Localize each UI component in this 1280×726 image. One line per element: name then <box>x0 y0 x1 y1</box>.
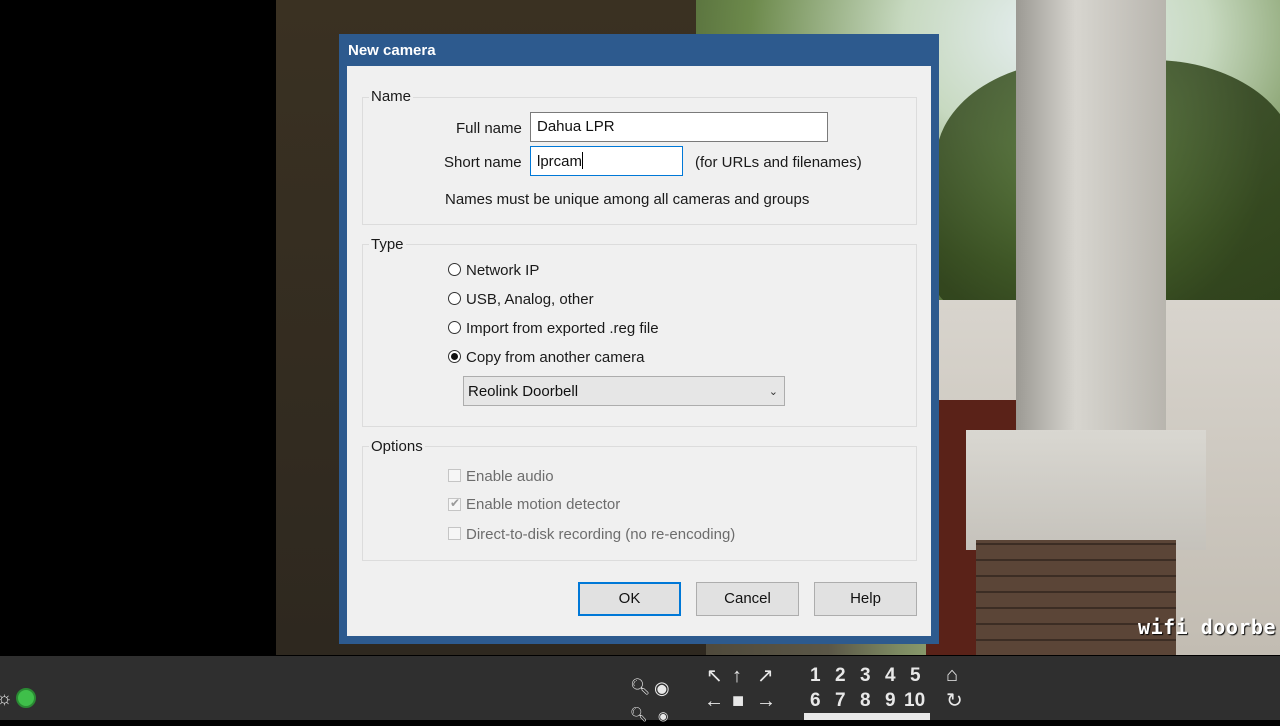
bottom-control-bar: ☼ 🔍︎ ◉ 🔍︎ ◉ ↖ ↑ ↗ ← ■ → 1 2 3 4 5 6 7 8 … <box>0 656 1280 723</box>
refresh-icon[interactable]: ↻ <box>946 691 963 711</box>
full-name-input[interactable]: Dahua LPR <box>530 112 828 142</box>
options-group-title: Options <box>369 438 425 455</box>
arrow-right-icon[interactable]: → <box>756 691 776 711</box>
camera-number-6[interactable]: 6 <box>810 691 821 711</box>
copy-source-value: Reolink Doorbell <box>468 383 579 400</box>
camera-overlay-label: wifi doorbe <box>1138 615 1276 639</box>
feed-pillar-base <box>966 430 1206 550</box>
type-group-title: Type <box>369 236 406 253</box>
settings-gear-icon[interactable]: ☼ <box>0 688 13 709</box>
short-name-input[interactable]: lprcam <box>530 146 683 176</box>
radio-usb-analog-label[interactable]: USB, Analog, other <box>466 291 594 308</box>
dialog-body: Name Full name Dahua LPR Short name lprc… <box>347 66 931 636</box>
short-name-value: lprcam <box>537 153 583 170</box>
radio-network-ip[interactable] <box>448 263 461 276</box>
radio-import-reg-label[interactable]: Import from exported .reg file <box>466 320 659 337</box>
radio-import-reg[interactable] <box>448 321 461 334</box>
copy-source-dropdown[interactable]: Reolink Doorbell ⌄ <box>463 376 785 406</box>
arrow-up-right-icon[interactable]: ↗ <box>757 666 774 686</box>
eye-small-icon[interactable]: ◉ <box>658 706 668 726</box>
camera-number-1[interactable]: 1 <box>810 666 821 686</box>
arrow-up-icon[interactable]: ↑ <box>732 666 742 686</box>
radio-copy-camera-label[interactable]: Copy from another camera <box>466 349 644 366</box>
radio-copy-camera[interactable] <box>448 350 461 363</box>
camera-number-10[interactable]: 10 <box>904 691 925 711</box>
chevron-down-icon: ⌄ <box>768 386 778 398</box>
arrow-left-icon[interactable]: ← <box>704 691 724 711</box>
radio-usb-analog[interactable] <box>448 292 461 305</box>
options-group <box>362 446 917 561</box>
camera-number-2[interactable]: 2 <box>835 666 846 686</box>
name-group-title: Name <box>369 88 414 105</box>
enable-motion-checkbox[interactable]: ✔ <box>448 496 461 511</box>
help-button[interactable]: Help <box>814 582 917 616</box>
status-indicator-icon[interactable] <box>16 688 36 708</box>
ok-button[interactable]: OK <box>578 582 681 616</box>
uniqueness-note: Names must be unique among all cameras a… <box>445 191 810 208</box>
zoom-out-icon[interactable]: 🔍︎ <box>630 704 648 724</box>
enable-audio-label[interactable]: Enable audio <box>466 468 554 485</box>
home-icon[interactable]: ⌂ <box>946 665 958 685</box>
camera-number-5[interactable]: 5 <box>910 666 921 686</box>
arrow-up-left-icon[interactable]: ↖ <box>706 666 723 686</box>
checkmark-icon: ✔ <box>450 496 461 510</box>
direct-to-disk-checkbox[interactable] <box>448 527 461 540</box>
camera-number-4[interactable]: 4 <box>885 666 896 686</box>
short-name-label: Short name <box>444 154 522 171</box>
enable-motion-label[interactable]: Enable motion detector <box>466 496 620 513</box>
camera-number-3[interactable]: 3 <box>860 666 871 686</box>
bottom-strip <box>804 713 930 720</box>
feed-pillar <box>1016 0 1166 480</box>
cancel-button[interactable]: Cancel <box>696 582 799 616</box>
camera-number-8[interactable]: 8 <box>860 691 871 711</box>
zoom-in-icon[interactable]: 🔍︎ <box>630 678 650 698</box>
radio-network-ip-label[interactable]: Network IP <box>466 262 539 279</box>
full-name-label: Full name <box>456 120 522 137</box>
enable-audio-checkbox[interactable] <box>448 469 461 482</box>
direct-to-disk-label[interactable]: Direct-to-disk recording (no re-encoding… <box>466 526 735 543</box>
short-name-hint: (for URLs and filenames) <box>695 154 862 171</box>
dialog-title: New camera <box>348 42 436 59</box>
left-panel <box>0 0 276 656</box>
camera-number-9[interactable]: 9 <box>885 691 896 711</box>
stop-icon[interactable]: ■ <box>732 691 744 711</box>
text-caret <box>582 152 584 169</box>
eye-icon[interactable]: ◉ <box>654 678 670 698</box>
camera-number-7[interactable]: 7 <box>835 691 846 711</box>
